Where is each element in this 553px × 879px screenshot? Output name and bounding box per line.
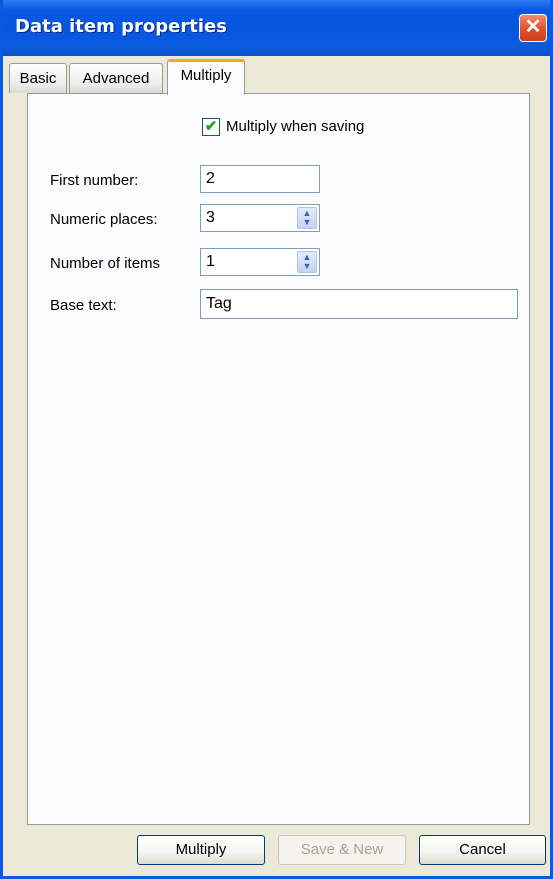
tab-advanced-label: Advanced bbox=[82, 70, 150, 87]
tab-basic-label: Basic bbox=[19, 70, 57, 87]
number-of-items-label: Number of items bbox=[50, 255, 161, 272]
tab-basic[interactable]: Basic bbox=[9, 63, 67, 93]
multiply-when-saving-label: Multiply when saving bbox=[226, 118, 365, 135]
multiply-button-label: Multiply bbox=[175, 841, 227, 858]
tab-multiply-label: Multiply bbox=[180, 67, 232, 84]
dialog-window: Data item properties ✕ Basic Advanced Mu… bbox=[0, 0, 553, 879]
spin-down-icon[interactable]: ▼ bbox=[298, 262, 316, 271]
save-new-button[interactable]: Save & New bbox=[278, 835, 406, 865]
close-icon: ✕ bbox=[524, 16, 542, 38]
base-text-input[interactable]: Tag bbox=[200, 289, 518, 319]
number-of-items-stepper[interactable]: 1 ▲ ▼ bbox=[200, 248, 320, 276]
base-text-label: Base text: bbox=[50, 297, 117, 314]
tab-advanced[interactable]: Advanced bbox=[69, 63, 163, 93]
first-number-value: 2 bbox=[206, 170, 215, 187]
first-number-input[interactable]: 2 bbox=[200, 165, 320, 193]
checkmark-icon: ✔ bbox=[204, 118, 218, 135]
multiply-button[interactable]: Multiply bbox=[137, 835, 265, 865]
cancel-button-label: Cancel bbox=[459, 841, 506, 858]
multiply-tab-panel: ✔ Multiply when saving First number: 2 N… bbox=[27, 93, 530, 825]
first-number-label: First number: bbox=[50, 172, 139, 189]
window-title: Data item properties bbox=[15, 16, 227, 37]
spin-down-icon[interactable]: ▼ bbox=[298, 218, 316, 227]
save-new-button-label: Save & New bbox=[300, 841, 384, 858]
multiply-when-saving-checkbox[interactable]: ✔ bbox=[202, 118, 220, 136]
number-of-items-value: 1 bbox=[206, 253, 215, 270]
cancel-button[interactable]: Cancel bbox=[419, 835, 546, 865]
tab-multiply[interactable]: Multiply bbox=[167, 59, 245, 95]
numeric-places-spin-buttons[interactable]: ▲ ▼ bbox=[297, 207, 317, 229]
title-bar[interactable]: Data item properties ✕ bbox=[3, 0, 550, 56]
base-text-value: Tag bbox=[206, 295, 232, 312]
numeric-places-value: 3 bbox=[206, 209, 215, 226]
number-of-items-spin-buttons[interactable]: ▲ ▼ bbox=[297, 251, 317, 273]
numeric-places-stepper[interactable]: 3 ▲ ▼ bbox=[200, 204, 320, 232]
close-button[interactable]: ✕ bbox=[519, 14, 547, 42]
numeric-places-label: Numeric places: bbox=[50, 211, 158, 228]
